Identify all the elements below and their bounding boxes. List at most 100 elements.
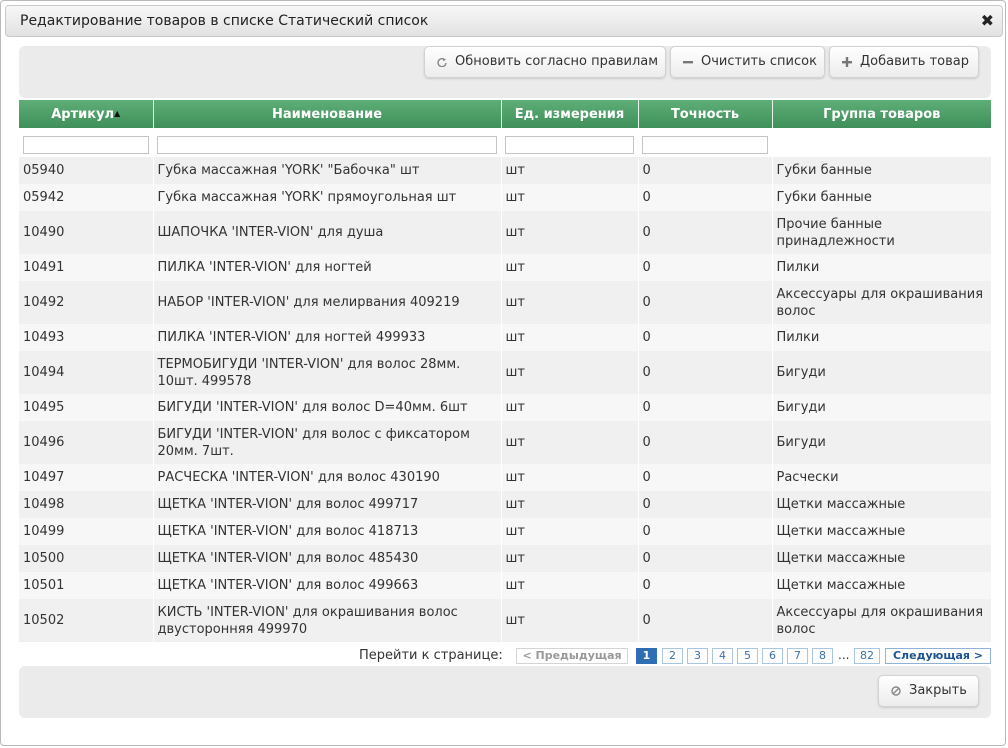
add-product-button[interactable]: Добавить товар — [829, 46, 979, 78]
article-cell: 10498 — [19, 491, 154, 518]
column-header-precision[interactable]: Точность — [638, 100, 773, 128]
name-cell: ЩЕТКА 'INTER-VION' для волос 499663 — [153, 572, 502, 599]
table-row[interactable]: 10497 РАСЧЕСКА 'INTER-VION' для волос 430… — [19, 464, 991, 491]
next-page-button[interactable]: Следующая > — [885, 648, 991, 664]
page-5-button[interactable]: 5 — [737, 648, 758, 664]
unit-cell: шт — [501, 599, 639, 642]
unit-cell: шт — [501, 572, 639, 599]
unit-cell: шт — [501, 254, 639, 281]
article-cell: 10495 — [19, 394, 154, 421]
column-header-article[interactable]: Артикул▲ — [19, 100, 154, 128]
table-row[interactable]: 10496 БИГУДИ 'INTER-VION' для волос с фик… — [19, 421, 991, 464]
name-cell: ШАПОЧКА 'INTER-VION' для душа — [153, 211, 502, 254]
precision-cell: 0 — [638, 184, 773, 211]
name-filter-input[interactable] — [157, 135, 497, 154]
table-row[interactable]: 10500 ЩЕТКА 'INTER-VION' для волос 485430… — [19, 545, 991, 572]
precision-cell: 0 — [638, 394, 773, 421]
name-cell: Губка массажная 'YORK' "Бабочка" шт — [153, 157, 502, 184]
clear-list-button[interactable]: Очистить список — [670, 46, 825, 78]
cancel-icon — [889, 676, 903, 707]
table-row[interactable]: 10502 КИСТЬ 'INTER-VION' для окрашивания … — [19, 599, 991, 642]
name-cell: РАСЧЕСКА 'INTER-VION' для волос 430190 — [153, 464, 502, 491]
precision-cell: 0 — [638, 545, 773, 572]
table-row[interactable]: 05940 Губка массажная 'YORK' "Бабочка" шт… — [19, 157, 991, 184]
column-header-name[interactable]: Наименование — [153, 100, 502, 128]
pagination-label: Перейти к странице: — [359, 648, 503, 663]
name-cell: ПИЛКА 'INTER-VION' для ногтей — [153, 254, 502, 281]
group-cell: Прочие банные принадлежности — [772, 211, 991, 254]
precision-cell: 0 — [638, 518, 773, 545]
table-header-row: Артикул▲ Наименование Ед. измерения Точн… — [19, 100, 991, 128]
name-cell: ЩЕТКА 'INTER-VION' для волос 418713 — [153, 518, 502, 545]
precision-cell: 0 — [638, 464, 773, 491]
precision-cell: 0 — [638, 572, 773, 599]
sort-ascending-icon: ▲ — [114, 108, 121, 118]
name-cell: БИГУДИ 'INTER-VION' для волос D=40мм. 6ш… — [153, 394, 502, 421]
precision-cell: 0 — [638, 491, 773, 518]
table-row[interactable]: 10498 ЩЕТКА 'INTER-VION' для волос 499717… — [19, 491, 991, 518]
unit-cell: шт — [501, 518, 639, 545]
refresh-icon — [435, 47, 449, 78]
unit-cell: шт — [501, 394, 639, 421]
table-row[interactable]: 10491 ПИЛКА 'INTER-VION' для ногтей шт 0 Пил… — [19, 254, 991, 281]
group-cell: Бигуди — [772, 394, 991, 421]
article-cell: 10497 — [19, 464, 154, 491]
group-cell: Губки банные — [772, 184, 991, 211]
unit-cell: шт — [501, 211, 639, 254]
article-filter-input[interactable] — [23, 135, 149, 154]
group-cell: Расчески — [772, 464, 991, 491]
unit-cell: шт — [501, 421, 639, 464]
group-cell: Бигуди — [772, 421, 991, 464]
group-cell: Пилки — [772, 324, 991, 351]
table-row[interactable]: 10499 ЩЕТКА 'INTER-VION' для волос 418713… — [19, 518, 991, 545]
column-header-group[interactable]: Группа товаров — [772, 100, 991, 128]
group-cell: Аксессуары для окрашивания волос — [772, 599, 991, 642]
precision-cell: 0 — [638, 254, 773, 281]
table-row[interactable]: 10490 ШАПОЧКА 'INTER-VION' для душа шт 0 Про… — [19, 211, 991, 254]
unit-cell: шт — [501, 545, 639, 572]
page-6-button[interactable]: 6 — [762, 648, 783, 664]
table-row[interactable]: 10493 ПИЛКА 'INTER-VION' для ногтей 49993… — [19, 324, 991, 351]
group-cell: Щетки массажные — [772, 518, 991, 545]
previous-page-button[interactable]: < Предыдущая — [516, 648, 628, 664]
article-cell: 10490 — [19, 211, 154, 254]
unit-cell: шт — [501, 324, 639, 351]
page-8-button[interactable]: 8 — [812, 648, 833, 664]
article-cell: 10499 — [19, 518, 154, 545]
precision-filter-input[interactable] — [642, 135, 768, 154]
filter-row — [19, 128, 991, 157]
unit-cell: шт — [501, 184, 639, 211]
unit-cell: шт — [501, 351, 639, 394]
table-row[interactable]: 05942 Губка массажная 'YORK' прямоугольна… — [19, 184, 991, 211]
page-7-button[interactable]: 7 — [787, 648, 808, 664]
refresh-by-rules-button[interactable]: Обновить согласно правилам — [424, 46, 666, 78]
footer-panel: Закрыть — [19, 666, 991, 718]
article-cell: 10500 — [19, 545, 154, 572]
close-icon[interactable]: ✖ — [981, 12, 994, 30]
article-cell: 10502 — [19, 599, 154, 642]
plus-icon — [840, 47, 854, 78]
group-cell: Щетки массажные — [772, 545, 991, 572]
page-3-button[interactable]: 3 — [687, 648, 708, 664]
article-cell: 05940 — [19, 157, 154, 184]
group-cell: Пилки — [772, 254, 991, 281]
group-cell: Аксессуары для окрашивания волос — [772, 281, 991, 324]
article-cell: 05942 — [19, 184, 154, 211]
page-1-button[interactable]: 1 — [636, 648, 657, 664]
close-button[interactable]: Закрыть — [878, 675, 979, 707]
article-cell: 10493 — [19, 324, 154, 351]
precision-cell: 0 — [638, 157, 773, 184]
table-row[interactable]: 10492 НАБОР 'INTER-VION' для мелирвания 4… — [19, 281, 991, 324]
precision-cell: 0 — [638, 599, 773, 642]
unit-filter-input[interactable] — [505, 135, 634, 154]
column-header-unit[interactable]: Ед. измерения — [501, 100, 639, 128]
article-cell: 10494 — [19, 351, 154, 394]
page-4-button[interactable]: 4 — [712, 648, 733, 664]
table-row[interactable]: 10494 ТЕРМОБИГУДИ 'INTER-VION' для волос … — [19, 351, 991, 394]
name-cell: ПИЛКА 'INTER-VION' для ногтей 499933 — [153, 324, 502, 351]
unit-cell: шт — [501, 157, 639, 184]
table-row[interactable]: 10495 БИГУДИ 'INTER-VION' для волос D=40м… — [19, 394, 991, 421]
table-row[interactable]: 10501 ЩЕТКА 'INTER-VION' для волос 499663… — [19, 572, 991, 599]
page-82-button[interactable]: 82 — [854, 648, 880, 664]
page-2-button[interactable]: 2 — [662, 648, 683, 664]
